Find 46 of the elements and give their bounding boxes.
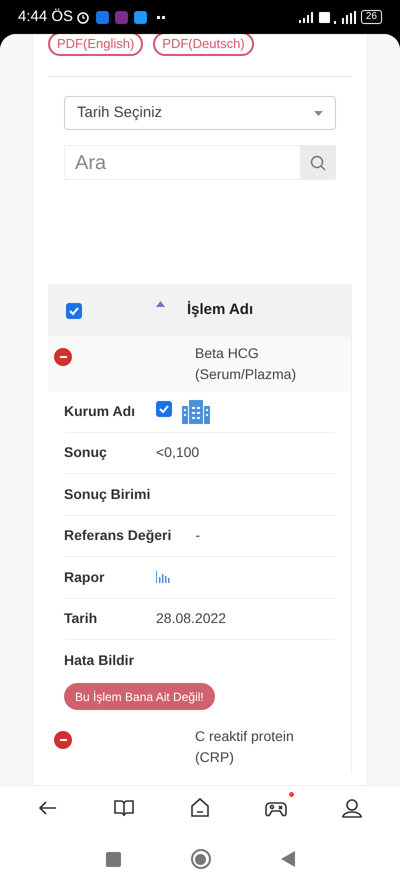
column-header: İşlem Adı — [187, 300, 254, 320]
collapse-button[interactable] — [54, 348, 72, 366]
checkmark-icon — [158, 403, 170, 416]
detail-label: Kurum Adı — [64, 402, 136, 421]
collapse-button[interactable] — [54, 731, 72, 749]
hospital-building-icon — [182, 398, 210, 424]
more-dots-icon — [157, 16, 166, 18]
search-field[interactable]: Ara — [64, 145, 336, 180]
detail-value: - — [195, 526, 200, 546]
app-icon — [115, 10, 128, 24]
detail-value: 28.08.2022 — [156, 609, 226, 628]
detail-label: Sonuç — [64, 443, 108, 462]
alarm-icon — [76, 10, 90, 24]
home-button[interactable] — [190, 849, 210, 869]
detail-label: Tarih — [64, 609, 98, 628]
volte-icon — [318, 12, 330, 22]
detail-label: Referans Değeri — [64, 526, 172, 546]
detail-label: Rapor — [64, 568, 106, 587]
home-icon[interactable] — [188, 796, 212, 820]
procedure-name: Beta HCG (Serum/Plazma) — [195, 344, 298, 384]
status-time: 4:44 ÖS — [18, 6, 74, 27]
profile-icon[interactable] — [340, 796, 364, 820]
procedure-name: C reaktif protein (CRP) — [195, 727, 295, 767]
detail-label: Sonuç Birimi — [64, 484, 150, 504]
detail-label: Hata Bildir — [64, 651, 134, 670]
search-icon — [310, 154, 326, 170]
search-input[interactable]: Ara — [65, 146, 300, 179]
dropdown-caret-icon — [314, 110, 323, 116]
back-button[interactable] — [280, 851, 294, 867]
report-error-button[interactable]: Bu İşlem Bana Ait Değil! — [64, 683, 215, 710]
sort-ascending-icon[interactable] — [156, 300, 165, 306]
recents-button[interactable] — [106, 852, 120, 866]
pdf-button[interactable]: PDF(Deutsch) — [153, 34, 254, 56]
bar-chart-icon[interactable] — [156, 571, 170, 584]
chat-app-icon — [96, 10, 110, 24]
signal-icon — [298, 11, 316, 23]
search-button[interactable] — [300, 146, 335, 179]
signal-icon — [332, 10, 357, 24]
detail-value: <0,100 — [156, 443, 200, 462]
app-icon — [134, 10, 148, 24]
pdf-button[interactable]: PDF(English) — [48, 34, 144, 56]
checkmark-icon — [68, 304, 80, 316]
battery-indicator: 26 — [360, 10, 382, 24]
institution-checkbox[interactable] — [156, 401, 172, 418]
date-select[interactable]: Tarih Seçiniz — [64, 96, 336, 130]
select-all-checkbox[interactable] — [66, 302, 82, 318]
